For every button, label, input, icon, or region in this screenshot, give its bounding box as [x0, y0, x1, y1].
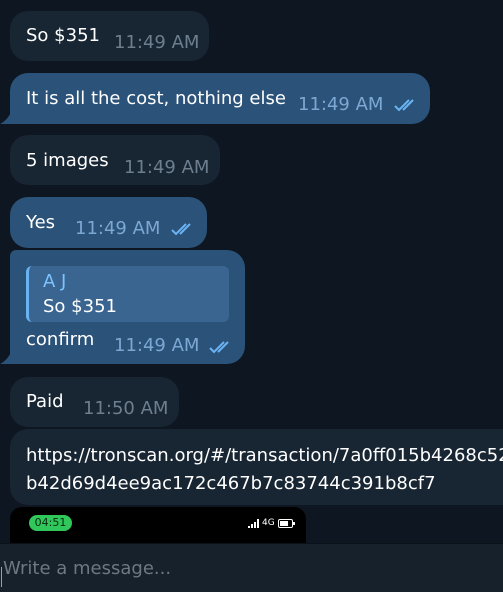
message-composer — [0, 543, 503, 592]
network-label: 4G — [262, 518, 275, 528]
screenshot-image-preview[interactable]: 04:51 4G — [10, 507, 306, 543]
link-line: https://tronscan.org/#/transaction/7a0ff… — [26, 445, 503, 466]
message-bubble-incoming[interactable]: So $351 11:49 AM — [10, 11, 209, 61]
message-list[interactable]: So $351 11:49 AM It is all the cost, not… — [0, 0, 503, 543]
read-checkmarks-icon — [171, 223, 191, 236]
message-bubble-incoming-link[interactable]: https://tronscan.org/#/transaction/7a0ff… — [10, 429, 503, 505]
message-text: It is all the cost, nothing else — [26, 88, 286, 109]
message-bubble-incoming[interactable]: Paid 11:50 AM — [10, 377, 179, 427]
message-text: Paid — [26, 391, 64, 412]
bubble-tail — [0, 110, 12, 124]
link-line: b42d69d4ee9ac172c467b7c83744c391b8cf7 — [26, 473, 436, 494]
message-bubble-incoming[interactable]: 5 images 11:49 AM — [10, 135, 220, 185]
reply-text: So $351 — [43, 296, 117, 317]
message-time: 11:50 AM — [83, 398, 169, 419]
message-bubble-outgoing[interactable]: It is all the cost, nothing else 11:49 A… — [10, 73, 430, 124]
message-text: 5 images — [26, 150, 109, 171]
reply-author: A J — [43, 271, 67, 292]
message-time: 11:49 AM — [298, 94, 384, 115]
signal-icon — [248, 518, 259, 528]
message-text: confirm — [26, 329, 95, 350]
read-checkmarks-icon — [209, 341, 229, 354]
transaction-link[interactable]: https://tronscan.org/#/transaction/7a0ff… — [26, 442, 503, 498]
reply-quote[interactable]: A J So $351 — [26, 266, 229, 322]
message-text: So $351 — [26, 25, 100, 46]
message-bubble-outgoing-reply[interactable]: A J So $351 confirm 11:49 AM — [10, 250, 245, 364]
message-text: Yes — [26, 212, 56, 233]
battery-icon — [277, 518, 295, 528]
message-time: 11:49 AM — [114, 335, 200, 356]
message-time: 11:49 AM — [75, 218, 161, 239]
bubble-tail — [0, 350, 12, 364]
message-time: 11:49 AM — [114, 32, 200, 53]
phone-status-time: 04:51 — [29, 515, 72, 531]
message-bubble-outgoing[interactable]: Yes 11:49 AM — [10, 197, 207, 248]
message-input[interactable] — [0, 544, 503, 592]
phone-status-icons: 4G — [248, 518, 295, 528]
text-caret — [1, 567, 2, 587]
message-time: 11:49 AM — [124, 157, 210, 178]
read-checkmarks-icon — [394, 99, 414, 112]
